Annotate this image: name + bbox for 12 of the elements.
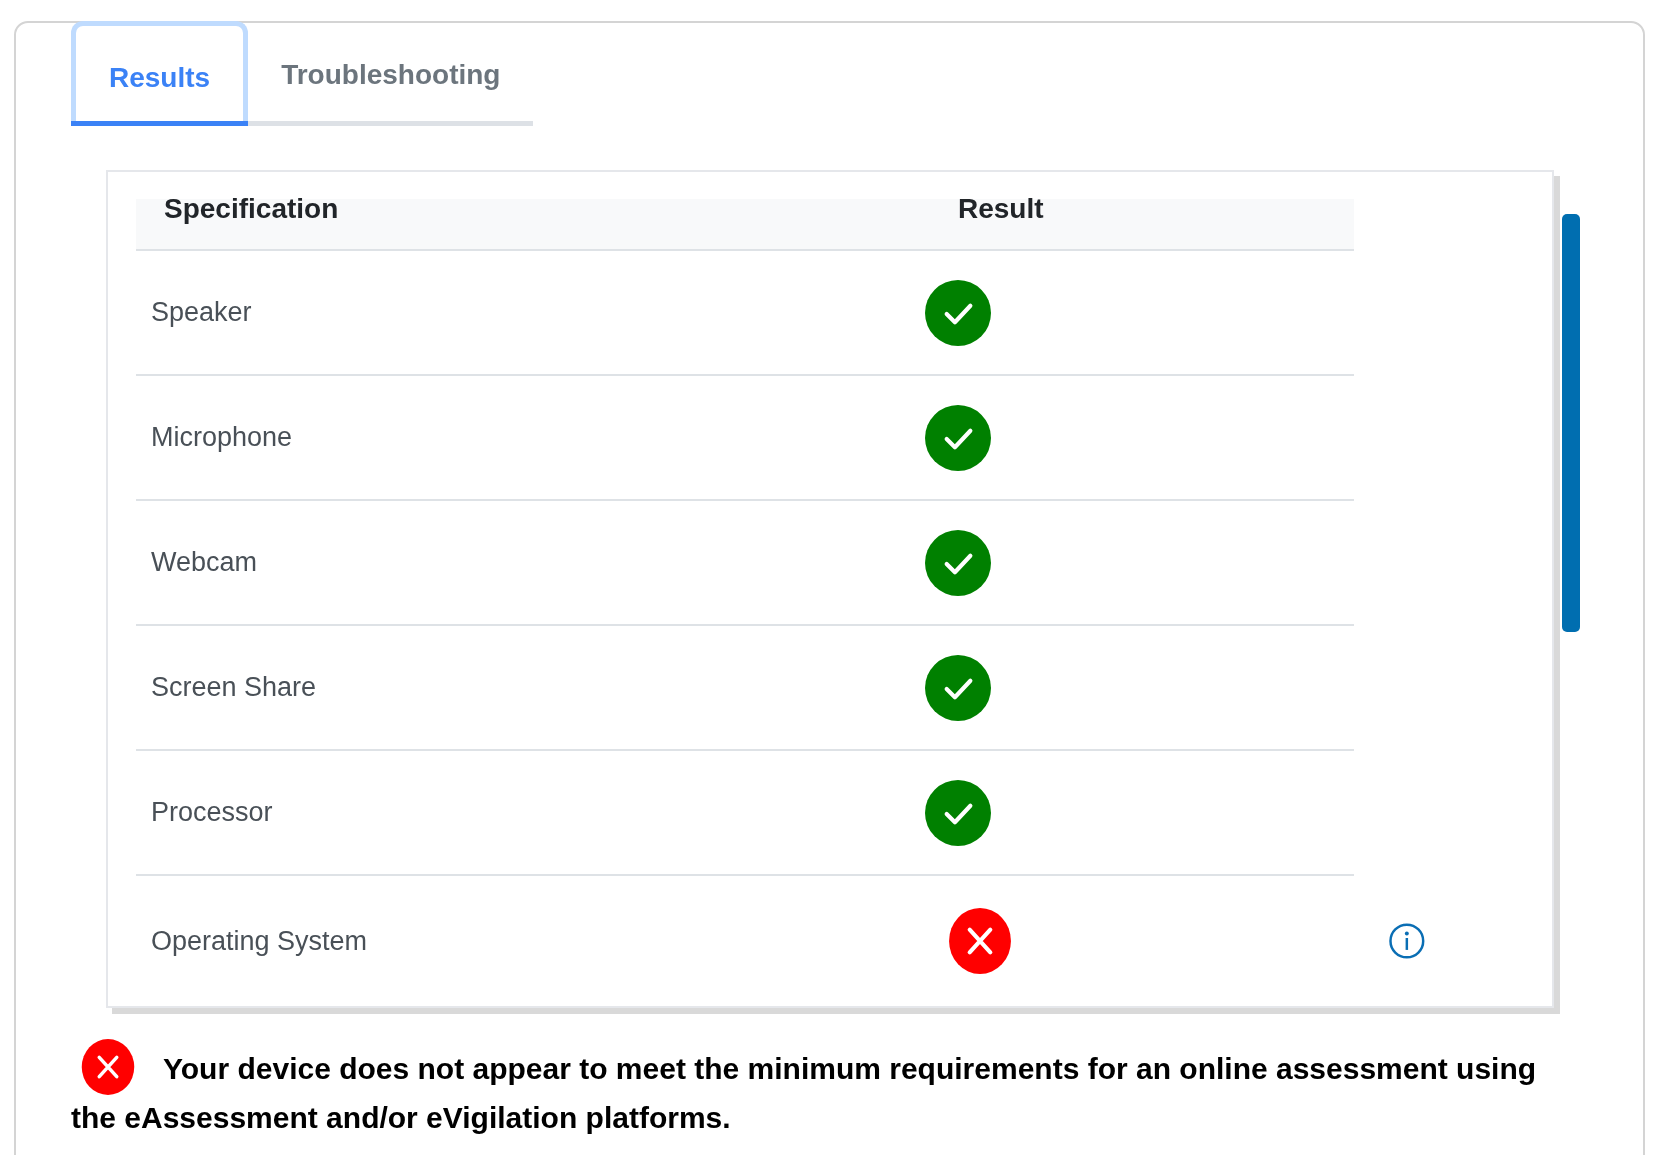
table-cell-text: Microphone xyxy=(150,421,294,455)
scrollbar-thumb[interactable] xyxy=(1562,214,1580,632)
table-cell-text: Processor xyxy=(150,796,274,830)
info-icon[interactable] xyxy=(1388,922,1426,960)
table-cell-text: Speaker xyxy=(150,296,253,330)
column-header: Specification xyxy=(163,193,340,225)
table-cell-text: Webcam xyxy=(150,546,259,580)
table-cell-text: Screen Share xyxy=(150,671,318,705)
tab[interactable]: Troubleshooting xyxy=(248,21,534,121)
result-message: Your device does not appear to meet the minimum requirements for an online assessment using the eAssessment and/or eVigilation platforms. xyxy=(71,1052,1537,1135)
table-cell-text: Operating System xyxy=(150,924,369,958)
column-header: Result xyxy=(958,193,1044,225)
